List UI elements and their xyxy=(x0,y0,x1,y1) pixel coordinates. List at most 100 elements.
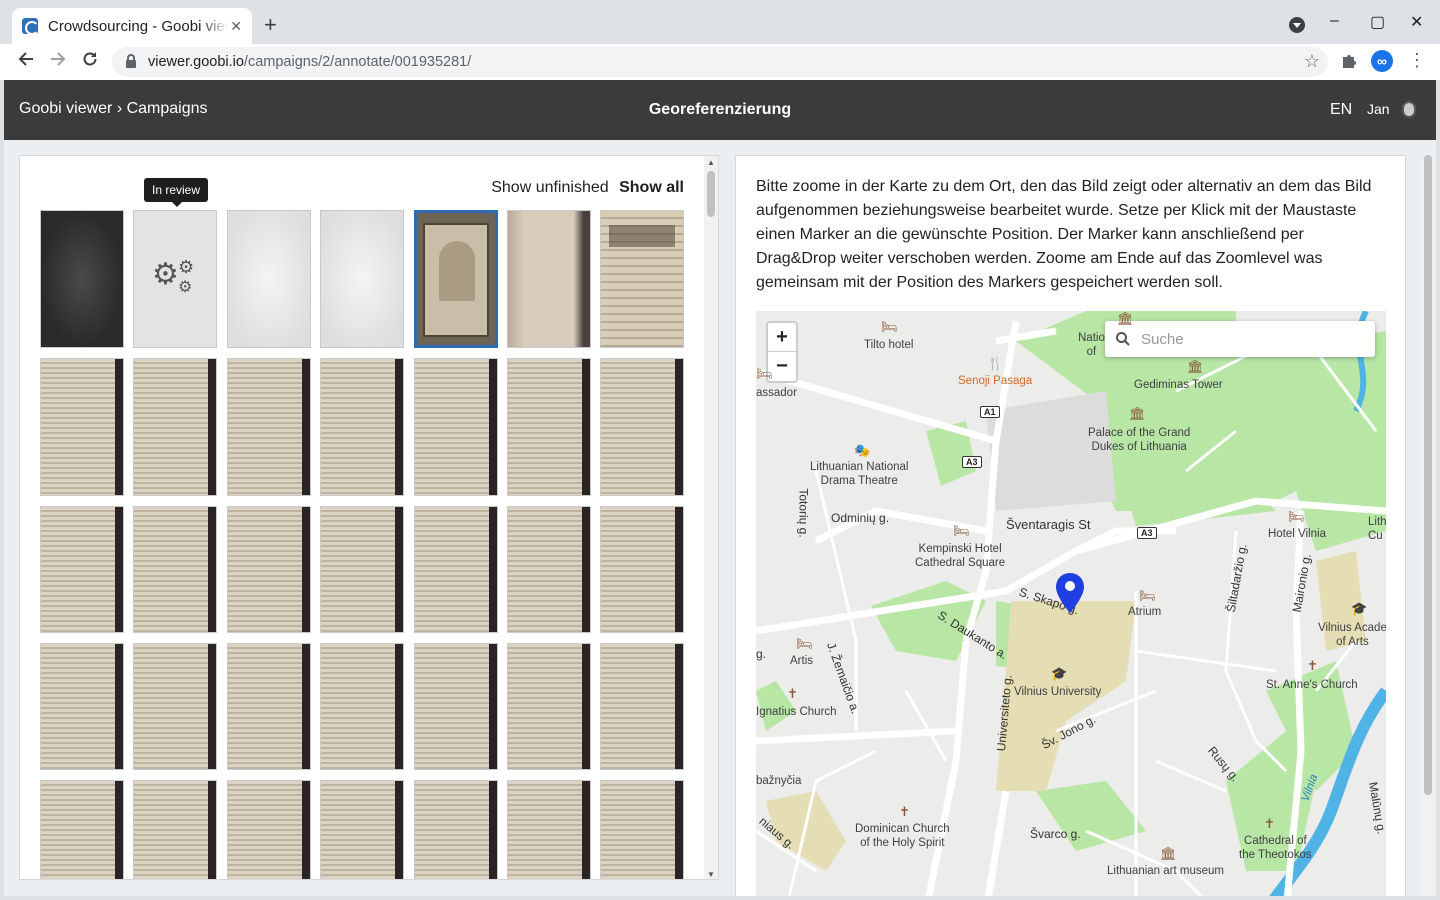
page-thumbnail[interactable] xyxy=(507,358,591,496)
page-thumbnail[interactable] xyxy=(320,643,404,770)
label-senoji-pasaga: Senoji Pasaga xyxy=(958,375,1033,387)
forward-icon[interactable] xyxy=(46,50,70,74)
page-thumbnail[interactable] xyxy=(600,506,684,633)
page-spine xyxy=(582,359,590,495)
label-vilnius-university: Vilnius University xyxy=(1014,686,1102,698)
hotel-icon: 🛏 xyxy=(881,319,898,334)
scroll-down-icon[interactable]: ▼ xyxy=(707,870,715,879)
page-thumbnail[interactable] xyxy=(40,358,124,496)
page-thumbnail[interactable] xyxy=(40,210,124,348)
maximize-button[interactable]: ▢ xyxy=(1370,12,1385,32)
page-thumbnail[interactable] xyxy=(507,780,591,879)
page-thumbnail[interactable] xyxy=(227,358,311,496)
user-name[interactable]: Jan xyxy=(1367,101,1390,117)
label-kempinski: Kempinski Hotel Cathedral Square xyxy=(915,543,1006,569)
page-thumbnail[interactable] xyxy=(414,358,498,496)
thumbnail-scrollbar[interactable]: ▲ ▼ xyxy=(704,156,718,879)
page-thumbnail[interactable] xyxy=(414,643,498,770)
kempinski-hotel-icon: 🛏 xyxy=(953,523,970,538)
page-title: Georeferenzierung xyxy=(648,101,792,118)
app-header: Goobi viewer › Campaigns Georeferenzieru… xyxy=(4,80,1436,140)
label-artis: Artis xyxy=(790,655,813,667)
map-search-input[interactable] xyxy=(1141,330,1361,348)
page-thumbnail[interactable] xyxy=(227,643,311,770)
menu-icon[interactable]: ⋮ xyxy=(1408,50,1426,71)
goobi-favicon-icon xyxy=(22,18,39,35)
label-dominican: Dominican Church of the Holy Spirit xyxy=(855,823,950,849)
page-thumbnail[interactable] xyxy=(227,210,311,348)
avatar[interactable] xyxy=(1402,101,1416,118)
label-street-g: g. xyxy=(756,647,767,661)
page-spine xyxy=(395,644,403,769)
new-tab-button[interactable]: + xyxy=(264,14,277,36)
tab-close-icon[interactable]: ✕ xyxy=(230,18,242,35)
label-baznycia: bažnyčia xyxy=(756,775,802,787)
scroll-thumb[interactable] xyxy=(707,171,715,217)
road-shield-a3: A3 xyxy=(962,456,982,468)
page-spine xyxy=(208,359,216,495)
label-lith-cu: Lith Cu xyxy=(1368,516,1386,542)
page-thumbnail[interactable] xyxy=(320,210,404,348)
show-all-filter[interactable]: Show all xyxy=(619,179,684,196)
page-thumbnail[interactable] xyxy=(133,358,217,496)
page-thumbnail[interactable] xyxy=(600,780,684,879)
browser-tab[interactable]: Crowdsourcing - Goobi viewer ✕ xyxy=(12,8,252,44)
title-heading-block xyxy=(609,225,675,247)
label-academy: Vilnius Acade of Arts xyxy=(1318,622,1386,648)
show-unfinished-filter[interactable]: Show unfinished xyxy=(491,179,608,196)
page-thumbnail[interactable] xyxy=(414,780,498,879)
page-thumbnail[interactable] xyxy=(507,506,591,633)
page-spine xyxy=(675,644,683,769)
page-thumbnail[interactable] xyxy=(40,506,124,633)
page-spine xyxy=(675,507,683,632)
page-scroll-thumb[interactable] xyxy=(1424,155,1432,795)
page-spine xyxy=(582,507,590,632)
back-icon[interactable] xyxy=(14,50,38,74)
page-thumbnail[interactable] xyxy=(40,643,124,770)
page-thumbnail[interactable] xyxy=(227,780,311,879)
tab-title: Crowdsourcing - Goobi viewer xyxy=(48,17,228,35)
ignatius-church-icon: ✝ xyxy=(787,686,798,701)
page-scrollbar[interactable] xyxy=(1422,155,1434,896)
page-spine xyxy=(395,359,403,495)
page-thumbnail[interactable] xyxy=(133,643,217,770)
page-spine xyxy=(395,781,403,879)
page-thumbnail[interactable] xyxy=(507,643,591,770)
page-thumbnail[interactable] xyxy=(320,358,404,496)
puzzle-icon[interactable] xyxy=(1340,52,1358,75)
scroll-up-icon[interactable]: ▲ xyxy=(707,158,715,167)
extension-infinity-icon[interactable]: ∞ xyxy=(1371,50,1393,72)
page-thumbnail[interactable] xyxy=(320,506,404,633)
map-search xyxy=(1105,321,1375,357)
page-thumbnail[interactable] xyxy=(414,210,498,348)
theotokos-cathedral-icon: ✝ xyxy=(1264,816,1275,831)
tab-search-icon[interactable] xyxy=(1289,17,1305,33)
page-thumbnail[interactable] xyxy=(600,358,684,496)
minimize-button[interactable]: – xyxy=(1330,12,1339,30)
language-switch[interactable]: EN xyxy=(1330,101,1352,119)
reload-icon[interactable] xyxy=(78,50,102,74)
map[interactable]: + − 🛏 🍴 🏛 🏛 🛏 🏛 🎭 🛏 🛏 🛏 🎓 🛏 🎓 ✝ ✝ ✝ xyxy=(756,311,1386,896)
page-thumbnail[interactable] xyxy=(600,210,684,348)
in-review-tooltip: In review xyxy=(144,178,209,207)
star-icon[interactable]: ☆ xyxy=(1304,51,1320,72)
page-thumbnail[interactable] xyxy=(320,780,404,879)
page-thumbnail[interactable] xyxy=(227,506,311,633)
georeference-panel: Bitte zoome in der Karte zu dem Ort, den… xyxy=(735,155,1406,896)
hotel-vilnia-icon: 🛏 xyxy=(1288,509,1305,524)
page-thumbnail[interactable] xyxy=(40,780,124,879)
zoom-in-button[interactable]: + xyxy=(768,323,796,352)
url-host: viewer.goobi.io xyxy=(148,54,244,70)
page-thumbnail[interactable]: ⚙ ⚙ ⚙ xyxy=(133,210,217,348)
filter-bar: Show unfinished Show all xyxy=(485,179,684,197)
address-bar[interactable]: viewer.goobi.io/campaigns/2/annotate/001… xyxy=(112,47,1328,77)
page-thumbnail[interactable] xyxy=(414,506,498,633)
close-window-button[interactable]: ✕ xyxy=(1410,12,1423,32)
road-shield-a1: A1 xyxy=(980,406,1000,418)
page-thumbnail[interactable] xyxy=(600,643,684,770)
page-thumbnail[interactable] xyxy=(133,506,217,633)
label-st-anne: St. Anne's Church xyxy=(1266,679,1358,691)
page-thumbnail[interactable] xyxy=(507,210,591,348)
page-thumbnail[interactable] xyxy=(133,780,217,879)
map-marker-icon[interactable] xyxy=(1055,572,1085,614)
